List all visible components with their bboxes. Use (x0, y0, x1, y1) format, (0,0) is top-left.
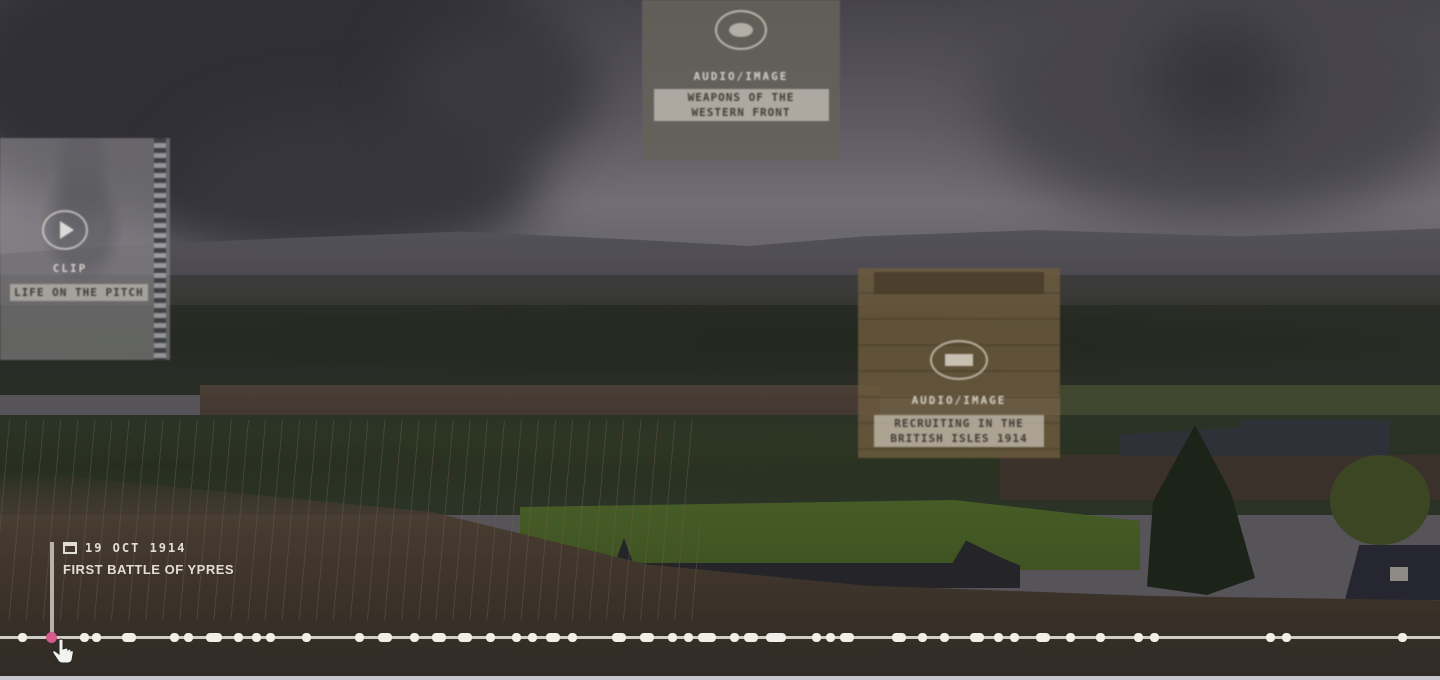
timeline-event[interactable] (840, 633, 854, 642)
timeline-event[interactable] (1150, 633, 1159, 642)
calendar-icon (63, 542, 77, 554)
timeline-event[interactable] (234, 633, 243, 642)
timeline-event[interactable] (80, 633, 89, 642)
timeline-event[interactable] (1036, 633, 1050, 642)
timeline-event[interactable] (640, 633, 654, 642)
timeline-event[interactable] (432, 633, 446, 642)
timeline-event[interactable] (1096, 633, 1105, 642)
timeline-event[interactable] (812, 633, 821, 642)
content-card-audio-image-top[interactable]: Audio/Image Weapons of the Western Front (642, 0, 840, 160)
timeline-event[interactable] (528, 633, 537, 642)
card-type: Clip (52, 262, 88, 275)
selected-event-label[interactable]: 19 Oct 1914 First Battle of Ypres (63, 541, 234, 577)
timeline-event[interactable] (1134, 633, 1143, 642)
timeline-event[interactable] (1398, 633, 1407, 642)
media-icon (715, 10, 767, 50)
timeline-event[interactable] (970, 633, 984, 642)
timeline-event[interactable] (1266, 633, 1275, 642)
card-header-bar (874, 272, 1044, 294)
card-title: Life on the pitch (10, 284, 148, 301)
timeline-event[interactable] (766, 633, 786, 642)
timeline-event[interactable] (92, 633, 101, 642)
timeline-event[interactable] (892, 633, 906, 642)
timeline-event[interactable] (252, 633, 261, 642)
timeline-event[interactable] (512, 633, 521, 642)
content-card-clip[interactable]: Clip Life on the pitch (0, 138, 170, 360)
timeline-event[interactable] (206, 633, 222, 642)
timeline-event[interactable] (1066, 633, 1075, 642)
timeline-bar[interactable] (0, 633, 1440, 642)
timeline-event[interactable] (184, 633, 193, 642)
timeline-event[interactable] (355, 633, 364, 642)
content-card-audio-image-middle[interactable]: Audio/Image Recruiting in the British Is… (858, 268, 1060, 458)
timeline-event[interactable] (18, 633, 27, 642)
timeline-event[interactable] (730, 633, 739, 642)
timeline-event[interactable] (458, 633, 472, 642)
play-icon (42, 210, 88, 250)
timeline-event[interactable] (940, 633, 949, 642)
timeline-event[interactable] (122, 633, 136, 642)
timeline-event[interactable] (1282, 633, 1291, 642)
event-date: 19 Oct 1914 (85, 541, 187, 555)
card-title: Recruiting in the British Isles 1914 (874, 415, 1044, 447)
card-type: Audio/Image (911, 394, 1007, 407)
timeline-event[interactable] (1010, 633, 1019, 642)
timeline-event[interactable] (546, 633, 560, 642)
timeline-event[interactable] (826, 633, 835, 642)
card-type: Audio/Image (693, 70, 789, 83)
timeline-event[interactable] (410, 633, 419, 642)
timeline-event[interactable] (668, 633, 677, 642)
timeline-marker-line (50, 542, 54, 638)
card-title: Weapons of the Western Front (653, 89, 829, 121)
timeline-event[interactable] (918, 633, 927, 642)
timeline-event[interactable] (568, 633, 577, 642)
timeline-event[interactable] (170, 633, 179, 642)
media-icon (930, 340, 988, 380)
timeline-event[interactable] (302, 633, 311, 642)
timeline-event[interactable] (266, 633, 275, 642)
timeline-event[interactable] (744, 633, 758, 642)
timeline-event[interactable] (486, 633, 495, 642)
timeline-event[interactable] (378, 633, 392, 642)
timeline-event[interactable] (612, 633, 626, 642)
event-title: First Battle of Ypres (63, 562, 235, 577)
film-strip (154, 138, 166, 360)
bottom-strip (0, 676, 1440, 680)
timeline-event[interactable] (698, 633, 716, 642)
timeline-event[interactable] (994, 633, 1003, 642)
timeline-event[interactable] (684, 633, 693, 642)
hand-pointer-icon (52, 638, 74, 664)
